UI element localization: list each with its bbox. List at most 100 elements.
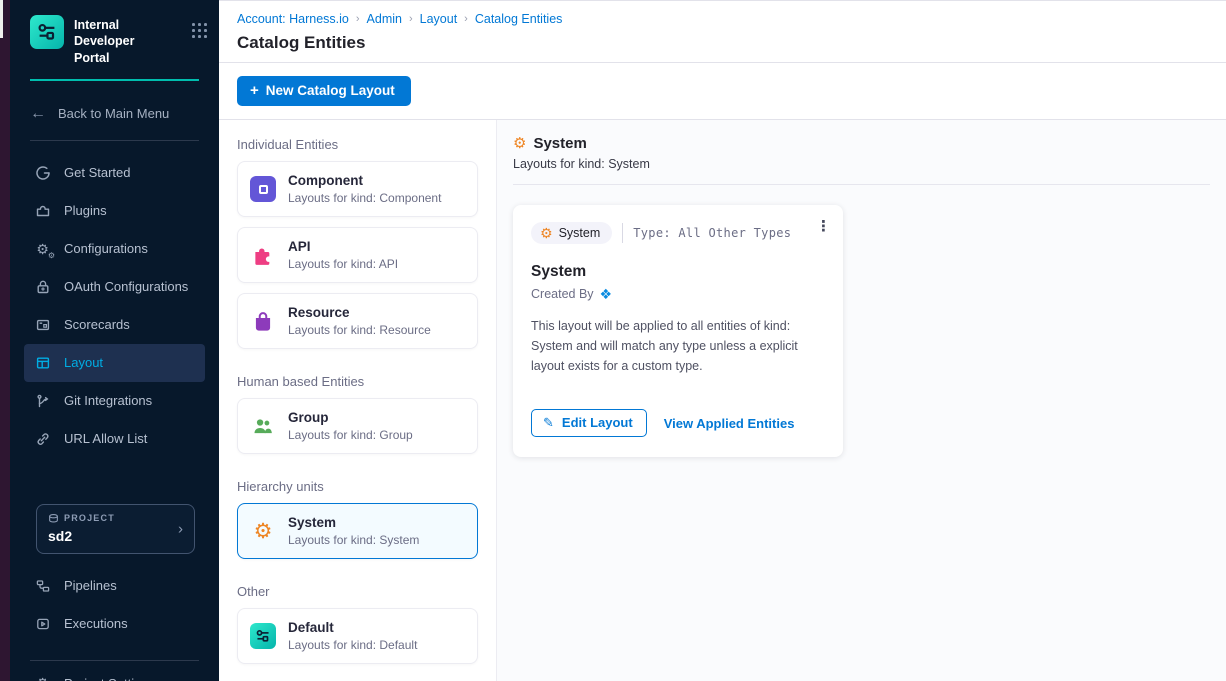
sidebar-divider	[30, 140, 199, 141]
sidebar-item-url-allow-list[interactable]: URL Allow List	[10, 420, 219, 458]
entity-card-component[interactable]: Component Layouts for kind: Component	[237, 161, 478, 217]
pencil-icon: ✎	[543, 416, 554, 429]
created-by-row: Created By ❖	[531, 287, 825, 301]
content: Individual Entities Component Layouts fo…	[219, 120, 1226, 681]
default-idp-icon	[250, 623, 276, 649]
background-window-edge	[0, 0, 10, 681]
project-name: sd2	[48, 528, 183, 544]
project-label-row: PROJECT	[48, 513, 183, 524]
plugins-icon	[34, 202, 51, 219]
edit-layout-label: Edit Layout	[562, 415, 633, 430]
type-label: Type: All Other Types	[633, 226, 791, 240]
breadcrumb-sep-icon: ›	[356, 13, 360, 25]
background-window-notch	[0, 0, 3, 38]
api-puzzle-icon	[250, 242, 276, 268]
detail-panel: ⚙ System Layouts for kind: System ⋮ ⚙ Sy…	[497, 120, 1226, 681]
entity-card-group[interactable]: Group Layouts for kind: Group	[237, 398, 478, 454]
group-people-icon	[250, 413, 276, 439]
sidebar-item-label: Executions	[64, 616, 128, 631]
detail-subtitle: Layouts for kind: System	[513, 157, 1210, 171]
breadcrumb-layout[interactable]: Layout	[420, 12, 458, 26]
chevron-right-icon: ›	[178, 520, 183, 537]
entity-name: System	[288, 515, 419, 530]
component-chip-icon	[250, 176, 276, 202]
sidebar-item-configurations[interactable]: ⚙⚙ Configurations	[10, 230, 219, 268]
sidebar-item-label: Layout	[64, 355, 103, 370]
edit-layout-button[interactable]: ✎ Edit Layout	[531, 409, 647, 437]
system-gear-icon: ⚙	[513, 136, 526, 151]
sidebar-item-label: Project Settings	[64, 676, 155, 681]
entity-card-api[interactable]: API Layouts for kind: API	[237, 227, 478, 283]
sidebar-item-git-integrations[interactable]: Git Integrations	[10, 382, 219, 420]
kind-chip-label: System	[559, 226, 601, 240]
sidebar-item-executions[interactable]: Executions	[10, 605, 219, 643]
created-by-label: Created By	[531, 287, 594, 301]
project-selector[interactable]: PROJECT sd2 ›	[36, 504, 195, 554]
sidebar: Internal Developer Portal ← Back to Main…	[10, 0, 219, 681]
breadcrumb-sep-icon: ›	[464, 13, 468, 25]
system-gear-icon: ⚙	[250, 518, 276, 544]
breadcrumb-admin[interactable]: Admin	[367, 12, 402, 26]
sidebar-item-label: Get Started	[64, 165, 130, 180]
toolbar: + New Catalog Layout	[219, 63, 1226, 120]
section-title-other: Other	[237, 584, 478, 599]
configurations-icon: ⚙⚙	[34, 240, 51, 257]
entity-name: Component	[288, 173, 441, 188]
git-integrations-icon	[34, 392, 51, 409]
chip-separator	[622, 223, 623, 243]
layout-card-title: System	[531, 263, 825, 281]
kind-chip: ⚙ System	[531, 222, 612, 244]
sidebar-item-label: OAuth Configurations	[64, 279, 188, 294]
layout-icon	[34, 354, 51, 371]
entity-name: Default	[288, 620, 417, 635]
app-title: Internal Developer Portal	[74, 15, 170, 66]
entity-subtitle: Layouts for kind: Default	[288, 638, 417, 652]
sidebar-item-label: Pipelines	[64, 578, 117, 593]
breadcrumb-sep-icon: ›	[409, 13, 413, 25]
back-to-main-menu-label: Back to Main Menu	[58, 106, 169, 121]
detail-header: ⚙ System Layouts for kind: System	[497, 120, 1226, 185]
scorecards-icon	[34, 316, 51, 333]
grid-apps-icon[interactable]	[192, 23, 207, 38]
view-applied-entities-link[interactable]: View Applied Entities	[664, 416, 795, 431]
url-allow-list-icon	[34, 430, 51, 447]
sidebar-logo-row: Internal Developer Portal	[10, 0, 219, 66]
sidebar-item-get-started[interactable]: Get Started	[10, 154, 219, 192]
project-icon	[48, 513, 59, 524]
sidebar-nav: Get Started Plugins ⚙⚙ Configurations	[10, 154, 219, 458]
idp-logo-icon[interactable]	[30, 15, 64, 49]
new-catalog-layout-button[interactable]: + New Catalog Layout	[237, 76, 411, 106]
sidebar-item-scorecards[interactable]: Scorecards	[10, 306, 219, 344]
entity-subtitle: Layouts for kind: Component	[288, 191, 441, 205]
entity-card-system[interactable]: ⚙ System Layouts for kind: System	[237, 503, 478, 559]
sidebar-item-label: Plugins	[64, 203, 107, 218]
layout-card-description: This layout will be applied to all entit…	[531, 317, 825, 376]
main-area: Account: Harness.io › Admin › Layout › C…	[219, 0, 1226, 681]
project-settings-icon: ⚙	[34, 675, 51, 681]
back-to-main-menu[interactable]: ← Back to Main Menu	[10, 81, 219, 123]
layout-card-system: ⋮ ⚙ System Type: All Other Types System …	[513, 205, 843, 457]
breadcrumb-account[interactable]: Account: Harness.io	[237, 12, 349, 26]
sidebar-item-label: Scorecards	[64, 317, 130, 332]
layout-card-actions: ✎ Edit Layout View Applied Entities	[531, 409, 825, 437]
entity-name: Resource	[288, 305, 431, 320]
sidebar-item-oauth-configurations[interactable]: OAuth Configurations	[10, 268, 219, 306]
entity-card-resource[interactable]: Resource Layouts for kind: Resource	[237, 293, 478, 349]
section-title-hierarchy: Hierarchy units	[237, 479, 478, 494]
sidebar-item-plugins[interactable]: Plugins	[10, 192, 219, 230]
breadcrumb: Account: Harness.io › Admin › Layout › C…	[237, 12, 1226, 26]
entity-subtitle: Layouts for kind: API	[288, 257, 398, 271]
sidebar-item-layout[interactable]: Layout	[24, 344, 205, 382]
breadcrumb-catalog-entities[interactable]: Catalog Entities	[475, 12, 563, 26]
sidebar-item-pipelines[interactable]: Pipelines	[10, 567, 219, 605]
app-window: Internal Developer Portal ← Back to Main…	[0, 0, 1226, 681]
sidebar-item-label: Git Integrations	[64, 393, 152, 408]
kebab-menu-icon[interactable]: ⋮	[816, 219, 831, 234]
pipelines-icon	[34, 577, 51, 594]
entity-list-panel: Individual Entities Component Layouts fo…	[219, 120, 497, 681]
entity-subtitle: Layouts for kind: System	[288, 533, 419, 547]
entity-card-default[interactable]: Default Layouts for kind: Default	[237, 608, 478, 664]
sidebar-item-label: Configurations	[64, 241, 148, 256]
resource-bag-icon	[250, 308, 276, 334]
sidebar-item-project-settings[interactable]: ⚙ Project Settings	[10, 675, 219, 681]
